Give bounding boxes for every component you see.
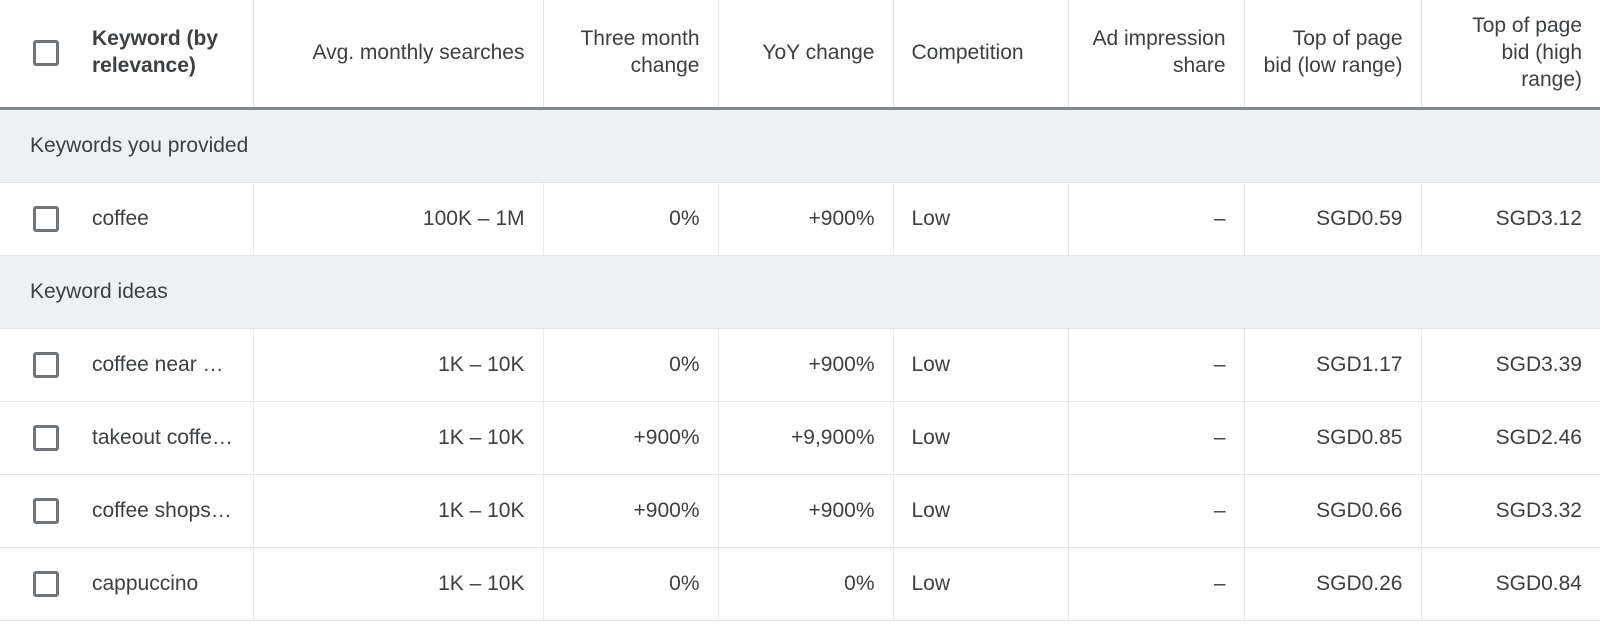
row-select-cell bbox=[0, 182, 92, 256]
row-checkbox[interactable] bbox=[33, 570, 59, 597]
column-header-top-of-page-bid-high[interactable]: Top of page bid (high range) bbox=[1421, 0, 1600, 110]
table-header: Keyword (by relevance) Avg. monthly sear… bbox=[0, 0, 1600, 110]
cell-keyword[interactable]: takeout coffe… bbox=[92, 401, 254, 475]
row-select-cell bbox=[0, 547, 92, 621]
cell-three-month-change: 0% bbox=[543, 182, 719, 256]
table-row[interactable]: cappuccino 1K – 10K 0% 0% Low – SGD0.26 SGD0.84 bbox=[0, 547, 1600, 621]
cell-yoy-change: +9,900% bbox=[718, 401, 894, 475]
column-header-competition[interactable]: Competition bbox=[893, 0, 1069, 110]
cell-avg-monthly-searches: 1K – 10K bbox=[253, 328, 544, 402]
cell-keyword[interactable]: coffee bbox=[92, 182, 254, 256]
column-header-ad-impression-share[interactable]: Ad impression share bbox=[1068, 0, 1245, 110]
cell-avg-monthly-searches: 1K – 10K bbox=[253, 547, 544, 621]
cell-keyword[interactable]: coffee shops… bbox=[92, 474, 254, 548]
table-row[interactable]: takeout coffe… 1K – 10K +900% +9,900% Low – SG… bbox=[0, 401, 1600, 475]
cell-yoy-change: +900% bbox=[718, 474, 894, 548]
cell-competition: Low bbox=[893, 182, 1069, 256]
section-header-row: Keyword ideas bbox=[0, 255, 1600, 329]
cell-keyword[interactable]: cappuccino bbox=[92, 547, 254, 621]
cell-ad-impression-share: – bbox=[1068, 547, 1245, 621]
select-all-header-cell bbox=[0, 0, 92, 110]
row-checkbox[interactable] bbox=[33, 497, 59, 524]
cell-yoy-change: +900% bbox=[718, 182, 894, 256]
cell-ad-impression-share: – bbox=[1068, 182, 1245, 256]
cell-yoy-change: 0% bbox=[718, 547, 894, 621]
cell-top-of-page-bid-low: SGD0.26 bbox=[1244, 547, 1422, 621]
keyword-planner-table: Keyword (by relevance) Avg. monthly sear… bbox=[0, 0, 1600, 621]
cell-top-of-page-bid-low: SGD0.59 bbox=[1244, 182, 1422, 256]
cell-top-of-page-bid-low: SGD1.17 bbox=[1244, 328, 1422, 402]
column-header-yoy-change[interactable]: YoY change bbox=[718, 0, 894, 110]
cell-yoy-change: +900% bbox=[718, 328, 894, 402]
cell-competition: Low bbox=[893, 401, 1069, 475]
row-select-cell bbox=[0, 328, 92, 402]
cell-three-month-change: +900% bbox=[543, 401, 719, 475]
cell-top-of-page-bid-high: SGD3.32 bbox=[1421, 474, 1600, 548]
cell-three-month-change: +900% bbox=[543, 474, 719, 548]
section-title: Keyword ideas bbox=[0, 255, 1600, 329]
cell-avg-monthly-searches: 100K – 1M bbox=[253, 182, 544, 256]
section-title: Keywords you provided bbox=[0, 108, 1600, 183]
table-body: Keywords you provided coffee 100K – 1M 0% +9… bbox=[0, 108, 1600, 621]
column-header-top-of-page-bid-low[interactable]: Top of page bid (low range) bbox=[1244, 0, 1422, 110]
cell-three-month-change: 0% bbox=[543, 547, 719, 621]
column-header-avg-monthly-searches[interactable]: Avg. monthly searches bbox=[253, 0, 544, 110]
column-header-three-month-change[interactable]: Three month change bbox=[543, 0, 719, 110]
cell-keyword[interactable]: coffee near … bbox=[92, 328, 254, 402]
row-select-cell bbox=[0, 401, 92, 475]
cell-ad-impression-share: – bbox=[1068, 474, 1245, 548]
cell-top-of-page-bid-low: SGD0.85 bbox=[1244, 401, 1422, 475]
cell-competition: Low bbox=[893, 328, 1069, 402]
row-checkbox[interactable] bbox=[33, 205, 59, 232]
row-checkbox[interactable] bbox=[33, 351, 59, 378]
cell-three-month-change: 0% bbox=[543, 328, 719, 402]
cell-top-of-page-bid-high: SGD3.39 bbox=[1421, 328, 1600, 402]
row-select-cell bbox=[0, 474, 92, 548]
table-row[interactable]: coffee 100K – 1M 0% +900% Low – SGD0.59 SGD3.12 bbox=[0, 182, 1600, 256]
cell-ad-impression-share: – bbox=[1068, 401, 1245, 475]
cell-top-of-page-bid-high: SGD3.12 bbox=[1421, 182, 1600, 256]
table-row[interactable]: coffee shops… 1K – 10K +900% +900% Low – SGD0.… bbox=[0, 474, 1600, 548]
table-row[interactable]: coffee near … 1K – 10K 0% +900% Low – SGD1.17 S… bbox=[0, 328, 1600, 402]
cell-top-of-page-bid-high: SGD0.84 bbox=[1421, 547, 1600, 621]
column-header-keyword[interactable]: Keyword (by relevance) bbox=[92, 0, 254, 110]
cell-competition: Low bbox=[893, 547, 1069, 621]
section-header-row: Keywords you provided bbox=[0, 108, 1600, 183]
cell-avg-monthly-searches: 1K – 10K bbox=[253, 401, 544, 475]
cell-ad-impression-share: – bbox=[1068, 328, 1245, 402]
cell-top-of-page-bid-low: SGD0.66 bbox=[1244, 474, 1422, 548]
header-row: Keyword (by relevance) Avg. monthly sear… bbox=[0, 0, 1600, 110]
cell-avg-monthly-searches: 1K – 10K bbox=[253, 474, 544, 548]
row-checkbox[interactable] bbox=[33, 424, 59, 451]
select-all-checkbox[interactable] bbox=[33, 40, 59, 67]
cell-competition: Low bbox=[893, 474, 1069, 548]
cell-top-of-page-bid-high: SGD2.46 bbox=[1421, 401, 1600, 475]
